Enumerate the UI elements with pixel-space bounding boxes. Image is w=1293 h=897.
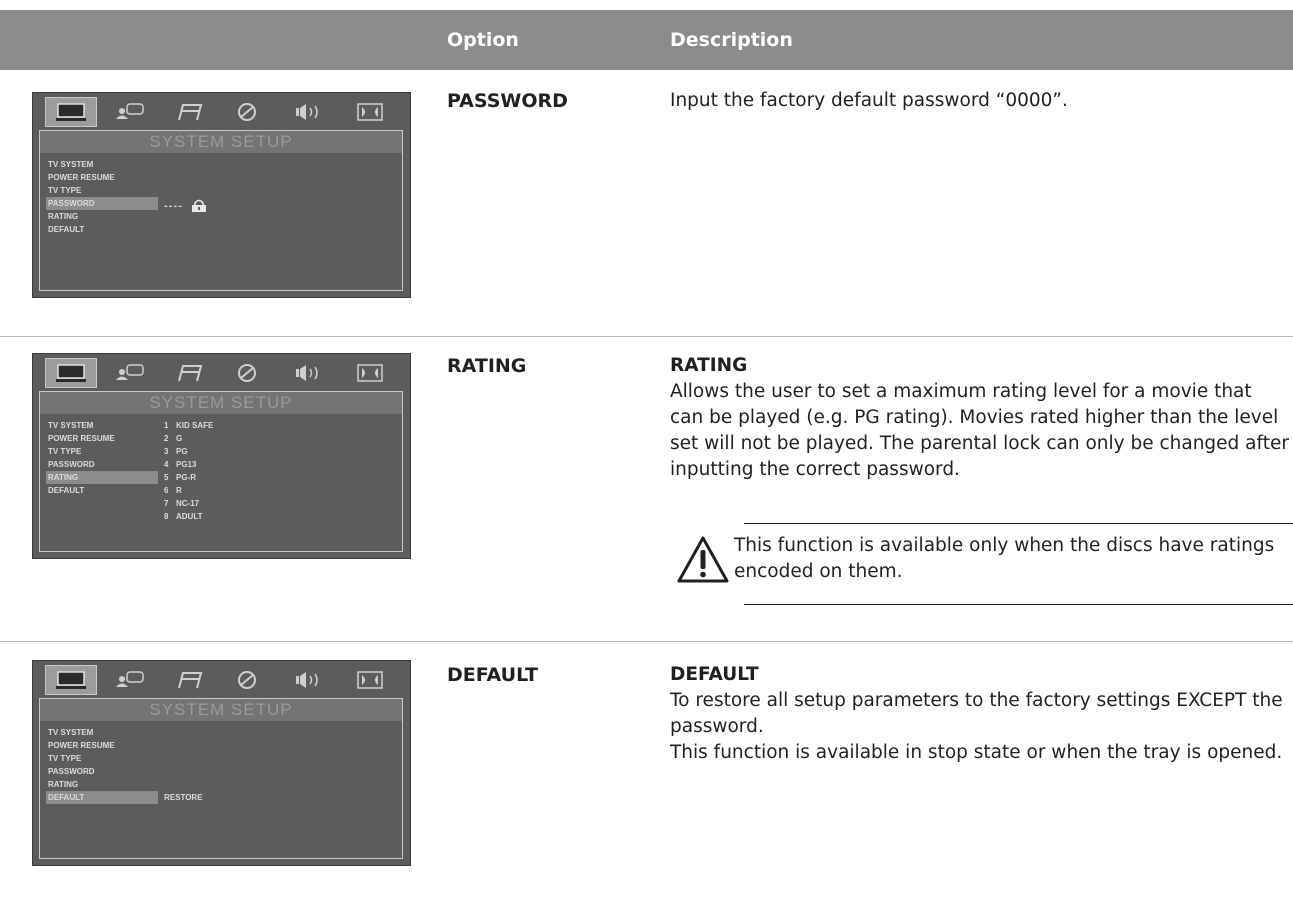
description-text: Input the factory default password “0000… xyxy=(670,90,1068,111)
osd-item: TV SYSTEM xyxy=(48,421,94,430)
header-description: Description xyxy=(670,29,793,51)
note-rule-bottom xyxy=(744,604,1293,605)
description-default: DEFAULT To restore all setup parameters … xyxy=(670,662,1290,766)
note-rule-top xyxy=(744,523,1293,524)
monitor-icon xyxy=(45,358,97,388)
description-rating: RATING Allows the user to set a maximum … xyxy=(670,353,1290,483)
osd-item-selected: DEFAULT xyxy=(46,791,158,804)
osd-password-field: ---- xyxy=(164,197,207,216)
osd-tabs xyxy=(33,354,410,392)
osd-item: POWER RESUME xyxy=(48,434,115,443)
note-text: This function is available only when the… xyxy=(734,535,1275,582)
music-note-icon xyxy=(173,362,207,384)
rating-level: 3 PG xyxy=(164,447,188,456)
description-title: RATING xyxy=(670,355,748,376)
rating-level: 4 PG13 xyxy=(164,460,197,469)
osd-title: SYSTEM SETUP xyxy=(40,131,402,153)
osd-item: PASSWORD xyxy=(48,460,95,469)
description-title: DEFAULT xyxy=(670,664,759,685)
table-row-default: SYSTEM SETUP TV SYSTEM POWER RESUME TV T… xyxy=(0,642,1293,897)
lock-icon xyxy=(191,197,207,216)
osd-screenshot-password: SYSTEM SETUP TV SYSTEM POWER RESUME TV T… xyxy=(32,92,411,298)
osd-item: PASSWORD xyxy=(48,767,95,776)
osd-item: TV SYSTEM xyxy=(48,160,94,169)
osd-item-selected: RATING xyxy=(46,471,158,484)
osd-restore-value: RESTORE xyxy=(164,793,203,802)
password-mask: ---- xyxy=(164,201,183,212)
music-note-icon xyxy=(173,669,207,691)
option-rating: RATING xyxy=(447,355,527,377)
osd-item: TV TYPE xyxy=(48,754,82,763)
volume-icon xyxy=(293,669,327,691)
dolby-icon xyxy=(353,669,387,691)
osd-item: TV TYPE xyxy=(48,447,82,456)
osd-title: SYSTEM SETUP xyxy=(40,392,402,414)
disc-icon xyxy=(230,101,264,123)
description-text: Allows the user to set a maximum rating … xyxy=(670,381,1289,480)
description-password: Input the factory default password “0000… xyxy=(670,88,1290,114)
option-password: PASSWORD xyxy=(447,90,568,112)
warning-icon xyxy=(676,535,730,589)
rating-levels: 1 KID SAFE 2G 3 PG 4 PG13 5 PG-R 6R 7 NC-17 8… xyxy=(164,419,213,523)
disc-icon xyxy=(230,669,264,691)
monitor-icon xyxy=(45,665,97,695)
rating-level: 6R xyxy=(164,486,182,495)
osd-item-selected: PASSWORD xyxy=(46,197,158,210)
speaker-person-icon xyxy=(113,362,147,384)
volume-icon xyxy=(293,362,327,384)
osd-item: TV TYPE xyxy=(48,186,82,195)
rating-level: 1 KID SAFE xyxy=(164,421,214,430)
monitor-icon xyxy=(45,97,97,127)
rating-level: 2G xyxy=(164,434,183,443)
speaker-person-icon xyxy=(113,101,147,123)
table-row-rating: SYSTEM SETUP TV SYSTEM POWER RESUME TV T… xyxy=(0,337,1293,642)
osd-screenshot-default: SYSTEM SETUP TV SYSTEM POWER RESUME TV T… xyxy=(32,660,411,866)
osd-menu: TV SYSTEM POWER RESUME TV TYPE PASSWORD … xyxy=(46,419,158,497)
osd-panel: SYSTEM SETUP TV SYSTEM POWER RESUME TV T… xyxy=(39,698,403,859)
music-note-icon xyxy=(173,101,207,123)
table-header: Option Description xyxy=(0,10,1293,70)
dolby-icon xyxy=(353,362,387,384)
osd-item: RATING xyxy=(48,780,79,789)
dolby-icon xyxy=(353,101,387,123)
note-box: This function is available only when the… xyxy=(676,523,1293,605)
osd-panel: SYSTEM SETUP TV SYSTEM POWER RESUME TV T… xyxy=(39,391,403,552)
osd-tabs xyxy=(33,93,410,131)
disc-icon xyxy=(230,362,264,384)
osd-panel: SYSTEM SETUP TV SYSTEM POWER RESUME TV T… xyxy=(39,130,403,291)
osd-item: TV SYSTEM xyxy=(48,728,94,737)
description-text: To restore all setup parameters to the f… xyxy=(670,690,1283,737)
header-option: Option xyxy=(447,29,519,51)
option-default: DEFAULT xyxy=(447,664,539,686)
osd-item: DEFAULT xyxy=(48,225,85,234)
description-text: This function is available in stop state… xyxy=(670,742,1283,763)
osd-item: POWER RESUME xyxy=(48,741,115,750)
osd-title: SYSTEM SETUP xyxy=(40,699,402,721)
osd-screenshot-rating: SYSTEM SETUP TV SYSTEM POWER RESUME TV T… xyxy=(32,353,411,559)
osd-menu: TV SYSTEM POWER RESUME TV TYPE PASSWORD … xyxy=(46,726,158,804)
rating-level: 5 PG-R xyxy=(164,473,196,482)
osd-item: DEFAULT xyxy=(48,486,85,495)
osd-tabs xyxy=(33,661,410,699)
table-row-password: SYSTEM SETUP TV SYSTEM POWER RESUME TV T… xyxy=(0,70,1293,336)
osd-menu: TV SYSTEM POWER RESUME TV TYPE PASSWORD … xyxy=(46,158,158,236)
speaker-person-icon xyxy=(113,669,147,691)
osd-item: POWER RESUME xyxy=(48,173,115,182)
rating-level: 8 ADULT xyxy=(164,512,203,521)
rating-level: 7 NC-17 xyxy=(164,499,200,508)
volume-icon xyxy=(293,101,327,123)
osd-item: RATING xyxy=(48,212,79,221)
